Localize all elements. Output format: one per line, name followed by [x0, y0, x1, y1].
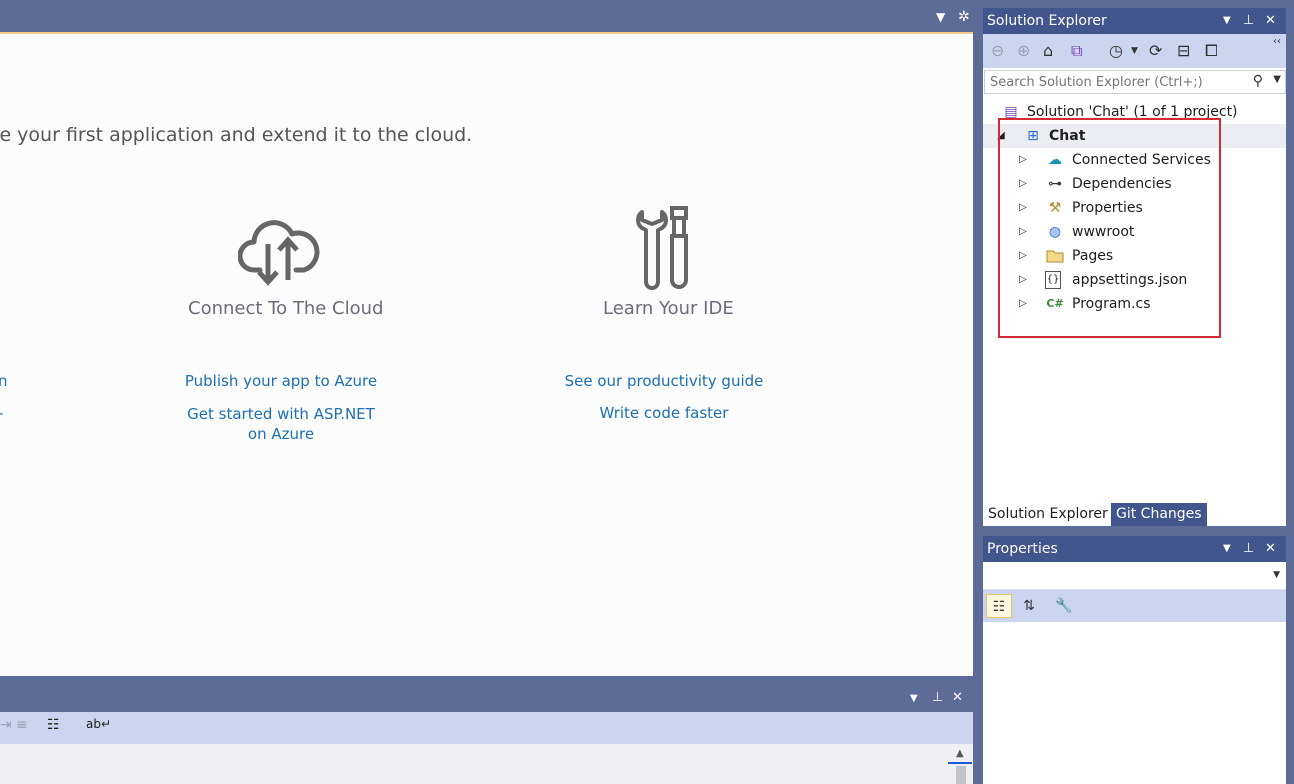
tree-node-project[interactable]: ◢ ⊞ Chat	[983, 124, 1286, 148]
tree-item-label: Pages	[1072, 248, 1114, 264]
tree-item-label: wwwroot	[1072, 224, 1135, 240]
solution-explorer-title-bar: Solution Explorer ▼ ⊥ ✕	[983, 8, 1286, 34]
link-cut-2[interactable]: -	[0, 404, 3, 422]
se-close-icon[interactable]: ✕	[1265, 8, 1276, 34]
connected-services-icon: ☁	[1048, 152, 1062, 168]
publish-azure-link[interactable]: Publish your app to Azure	[180, 372, 382, 390]
write-code-faster-link[interactable]: Write code faster	[580, 404, 748, 422]
indent-icon[interactable]: ⇥	[0, 717, 12, 733]
se-dropdown-icon[interactable]: ▼	[1223, 8, 1231, 34]
solution-label: Solution 'Chat' (1 of 1 project)	[1027, 104, 1238, 120]
csharp-file-icon: C#	[1046, 297, 1064, 310]
project-label: Chat	[1049, 128, 1086, 144]
word-wrap-icon[interactable]: ab↵	[86, 717, 111, 731]
filter-dropdown-icon[interactable]: ▼	[1131, 46, 1138, 56]
output-pin-icon[interactable]: ⊥	[932, 690, 943, 705]
json-file-icon: {}	[1045, 271, 1061, 289]
home-icon[interactable]: ⌂	[1043, 41, 1053, 60]
expand-arrow-icon[interactable]: ▷	[1019, 292, 1027, 316]
prop-close-icon[interactable]: ✕	[1265, 536, 1276, 562]
document-settings-icon[interactable]: ✲	[958, 9, 970, 25]
toolbar-overflow-icon[interactable]: ‹‹	[1273, 36, 1281, 47]
expand-arrow-icon[interactable]: ▷	[1019, 268, 1027, 292]
search-box: ⚲ ▼	[984, 70, 1286, 94]
tree-node-appsettings[interactable]: ▷ {} appsettings.json	[983, 268, 1286, 292]
tree-node-wwwroot[interactable]: ▷ ◍ wwwroot	[983, 220, 1286, 244]
web-project-icon: ⊞	[1027, 128, 1039, 144]
expand-arrow-icon[interactable]: ▷	[1019, 148, 1027, 172]
prop-dropdown-icon[interactable]: ▼	[1223, 536, 1231, 562]
tree-node-pages[interactable]: ▷ Pages	[983, 244, 1286, 268]
tree-item-label: Program.cs	[1072, 296, 1151, 312]
clear-all-icon[interactable]: ☷	[47, 717, 60, 733]
tree-node-connected-services[interactable]: ▷ ☁ Connected Services	[983, 148, 1286, 172]
cloud-upload-download-icon	[238, 220, 320, 286]
scroll-thumb[interactable]	[956, 766, 966, 784]
aspnet-azure-link[interactable]: Get started with ASP.NET on Azure	[176, 404, 386, 444]
solution-explorer-panel: Solution Explorer ▼ ⊥ ✕ ⊖ ⊕ ⌂ ⧉ ◷ ▼ ⟳ ⊟ …	[983, 8, 1286, 526]
tree-item-label: appsettings.json	[1072, 272, 1188, 288]
output-content: ▲	[0, 744, 973, 784]
tree-node-dependencies[interactable]: ▷ ⊶ Dependencies	[983, 172, 1286, 196]
tab-git-changes[interactable]: Git Changes	[1111, 503, 1207, 526]
output-dropdown-icon[interactable]: ▼	[910, 693, 918, 704]
forward-icon[interactable]: ⊕	[1017, 41, 1030, 60]
expand-arrow-icon[interactable]: ▷	[1019, 220, 1027, 244]
solution-explorer-toolbar: ⊖ ⊕ ⌂ ⧉ ◷ ▼ ⟳ ⊟ ⧠ ‹‹	[983, 34, 1286, 68]
alphabetical-sort-icon[interactable]: ⇅	[1016, 594, 1042, 618]
tools-icon	[636, 206, 688, 290]
tree-item-label: Dependencies	[1072, 176, 1172, 192]
tree-node-program[interactable]: ▷ C# Program.cs	[983, 292, 1286, 316]
scroll-up-icon[interactable]: ▲	[956, 748, 964, 759]
properties-wrench-icon: ⚒	[1048, 200, 1062, 216]
property-pages-wrench-icon[interactable]: 🔧	[1051, 594, 1077, 618]
collapse-arrow-icon[interactable]: ◢	[997, 124, 1005, 148]
expand-arrow-icon[interactable]: ▷	[1019, 244, 1027, 268]
object-selector[interactable]: ▼	[983, 562, 1286, 590]
switch-views-icon[interactable]: ⧉	[1071, 41, 1082, 61]
se-pin-icon[interactable]: ⊥	[1243, 8, 1254, 34]
properties-toolbar: ☷ ⇅ 🔧	[983, 590, 1286, 622]
dependencies-icon: ⊶	[1048, 176, 1062, 192]
output-pane-header: ▼ ⊥ ✕	[0, 686, 973, 712]
object-selector-dropdown-icon[interactable]: ▼	[1273, 570, 1280, 580]
collapse-all-icon[interactable]: ⊟	[1177, 41, 1190, 60]
search-input[interactable]	[985, 71, 1245, 93]
link-cut-1[interactable]: n	[0, 372, 8, 390]
properties-title: Properties	[987, 541, 1058, 557]
output-toolbar: ⇥ ≡ ☷ ab↵	[0, 712, 973, 744]
prop-pin-icon[interactable]: ⊥	[1243, 536, 1254, 562]
scroll-indicator	[948, 762, 972, 764]
search-options-dropdown-icon[interactable]: ▼	[1273, 74, 1281, 85]
expand-arrow-icon[interactable]: ▷	[1019, 172, 1027, 196]
search-icon[interactable]: ⚲	[1253, 73, 1263, 89]
output-close-icon[interactable]: ✕	[952, 690, 963, 705]
show-all-files-icon[interactable]: ⧠	[1205, 41, 1218, 61]
tab-solution-explorer[interactable]: Solution Explorer	[983, 503, 1113, 526]
solution-explorer-title: Solution Explorer	[987, 13, 1107, 29]
categorized-icon[interactable]: ☷	[986, 594, 1012, 618]
pending-changes-filter-icon[interactable]: ◷	[1109, 41, 1123, 60]
output-scrollbar[interactable]: ▲	[948, 744, 972, 784]
feature-title-cloud: Connect To The Cloud	[188, 298, 384, 319]
document-dropdown-icon[interactable]: ▼	[936, 10, 945, 24]
outdent-icon[interactable]: ≡	[16, 717, 28, 733]
tree-item-label: Connected Services	[1072, 152, 1211, 168]
tree-item-label: Properties	[1072, 200, 1143, 216]
productivity-guide-link[interactable]: See our productivity guide	[560, 372, 768, 390]
solution-icon: ▤	[1004, 104, 1018, 120]
feature-title-ide: Learn Your IDE	[603, 298, 734, 319]
tree-node-properties[interactable]: ▷ ⚒ Properties	[983, 196, 1286, 220]
tree-node-solution[interactable]: ▤ Solution 'Chat' (1 of 1 project)	[983, 100, 1286, 124]
properties-panel: Properties ▼ ⊥ ✕ ▼ ☷ ⇅ 🔧	[983, 536, 1286, 784]
start-page: te your first application and extend it …	[0, 32, 973, 676]
back-icon[interactable]: ⊖	[991, 41, 1004, 60]
intro-text: te your first application and extend it …	[0, 124, 473, 146]
expand-arrow-icon[interactable]: ▷	[1019, 196, 1027, 220]
folder-icon	[1045, 246, 1065, 266]
refresh-icon[interactable]: ⟳	[1149, 41, 1162, 60]
document-tab-header: ▼ ✲	[0, 0, 976, 32]
properties-title-bar: Properties ▼ ⊥ ✕	[983, 536, 1286, 562]
globe-icon: ◍	[1048, 224, 1062, 240]
